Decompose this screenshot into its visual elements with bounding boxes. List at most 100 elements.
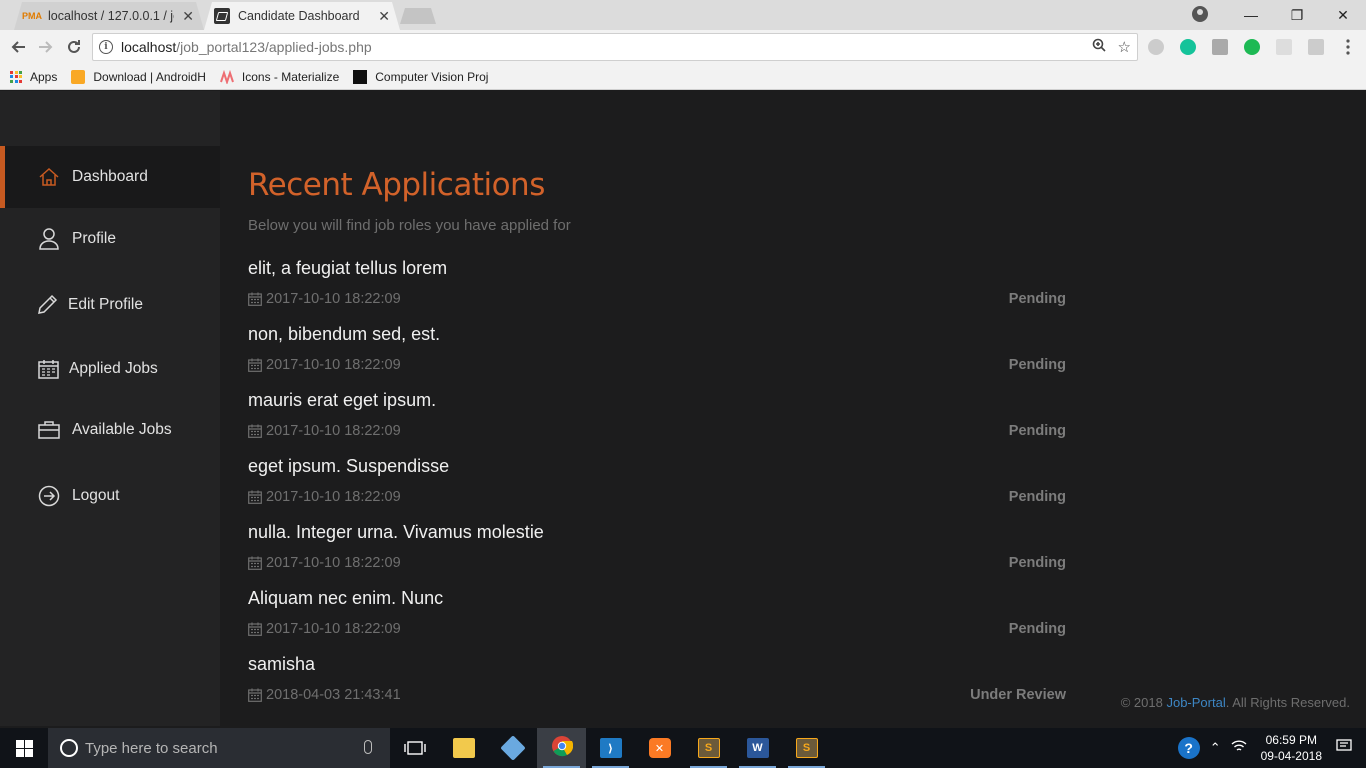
window-controls: — ❐ ✕ xyxy=(1228,0,1366,30)
application-date-text: 2017-10-10 18:22:09 xyxy=(266,357,401,373)
wifi-icon[interactable] xyxy=(1231,739,1247,758)
new-tab-button[interactable] xyxy=(400,8,436,24)
notification-icon[interactable] xyxy=(1336,738,1352,758)
extension-icon[interactable] xyxy=(1276,39,1292,55)
bookmark-label: Apps xyxy=(30,69,58,84)
zoom-icon[interactable] xyxy=(1092,38,1106,56)
taskbar-sublime[interactable]: S xyxy=(684,728,733,768)
maximize-button[interactable]: ❐ xyxy=(1274,7,1320,24)
tab-close-icon[interactable]: ✕ xyxy=(182,8,194,25)
application-title[interactable]: non, bibendum sed, est. xyxy=(248,324,440,345)
bookmark-computer-vision[interactable]: Computer Vision Proj xyxy=(353,69,488,84)
sidebar-item-logout[interactable]: Logout xyxy=(0,465,220,527)
application-date-text: 2017-10-10 18:22:09 xyxy=(266,423,401,439)
application-title[interactable]: elit, a feugiat tellus lorem xyxy=(248,258,447,279)
tab-title: Candidate Dashboard xyxy=(238,9,360,23)
info-icon[interactable]: i xyxy=(99,40,113,54)
status-badge: Pending xyxy=(1008,621,1066,637)
bookmark-star-icon[interactable]: ☆ xyxy=(1118,38,1131,56)
application-date-text: 2018-04-03 21:43:41 xyxy=(266,687,401,703)
footer: © 2018 Job-Portal. All Rights Reserved. xyxy=(1121,695,1350,710)
taskbar-sublime-2[interactable]: S xyxy=(782,728,831,768)
folder-icon xyxy=(452,738,475,758)
task-view-button[interactable] xyxy=(390,728,439,768)
address-bar[interactable]: i localhost/job_portal123/applied-jobs.p… xyxy=(92,33,1138,61)
clock[interactable]: 06:59 PM 09-04-2018 xyxy=(1261,732,1322,764)
application-title[interactable]: samisha xyxy=(248,654,315,675)
application-title[interactable]: mauris erat eget ipsum. xyxy=(248,390,436,411)
cortana-icon xyxy=(60,739,78,757)
phpmyadmin-icon: PMA xyxy=(22,11,42,21)
status-badge: Pending xyxy=(1008,555,1066,571)
application-date: 2017-10-10 18:22:09 xyxy=(248,357,401,373)
tab-phpmyadmin[interactable]: PMA localhost / 127.0.0.1 / job ✕ xyxy=(14,2,204,30)
application-title[interactable]: nulla. Integer urna. Vivamus molestie xyxy=(248,522,544,543)
application-item[interactable]: elit, a feugiat tellus lorem 2017-10-10 1… xyxy=(248,258,1066,324)
bookmark-apps[interactable]: Apps xyxy=(10,70,57,84)
application-item[interactable]: non, bibendum sed, est. 2017-10-10 18:22:… xyxy=(248,324,1066,390)
profile-icon[interactable] xyxy=(1192,6,1208,22)
application-date: 2017-10-10 18:22:09 xyxy=(248,291,401,307)
taskbar-vscode[interactable]: ⟩ xyxy=(586,728,635,768)
extension-icon[interactable] xyxy=(1308,39,1324,55)
application-date-text: 2017-10-10 18:22:09 xyxy=(266,489,401,505)
application-item[interactable]: Aliquam nec enim. Nunc 2017-10-10 18:22:0… xyxy=(248,588,1066,654)
footer-copyright: © 2018 xyxy=(1120,695,1167,710)
sidebar: Dashboard Profile Edit Profile Applied J… xyxy=(0,91,220,726)
taskbar-xampp[interactable]: ✕ xyxy=(635,728,684,768)
url-path: /job_portal123/applied-jobs.php xyxy=(176,39,372,55)
help-icon[interactable]: ? xyxy=(1177,737,1200,759)
clock-time: 06:59 PM xyxy=(1265,733,1317,747)
sidebar-item-applied-jobs[interactable]: Applied Jobs xyxy=(0,338,220,400)
status-badge: Pending xyxy=(1008,423,1066,439)
microphone-icon[interactable] xyxy=(364,740,372,754)
taskbar-word[interactable]: W xyxy=(733,728,782,768)
application-item[interactable]: samisha 2018-04-03 21:43:41 Under Review xyxy=(248,654,1066,720)
close-window-button[interactable]: ✕ xyxy=(1320,7,1366,24)
grammarly-extension-icon[interactable] xyxy=(1180,39,1196,55)
chevron-up-icon[interactable]: ⌃ xyxy=(1210,740,1221,756)
start-button[interactable] xyxy=(0,728,48,768)
sidebar-item-label: Dashboard xyxy=(72,168,148,185)
application-item[interactable]: nulla. Integer urna. Vivamus molestie 201… xyxy=(248,522,1066,588)
application-title[interactable]: Aliquam nec enim. Nunc xyxy=(248,588,443,609)
taskbar-app[interactable] xyxy=(488,728,537,768)
application-date: 2017-10-10 18:22:09 xyxy=(248,489,401,505)
forward-arrow-icon[interactable] xyxy=(34,35,58,59)
bookmark-label: Download | AndroidH xyxy=(93,69,206,84)
bookmark-androidhive[interactable]: Download | AndroidH xyxy=(71,69,206,84)
sidebar-item-profile[interactable]: Profile xyxy=(0,208,220,270)
status-badge: Under Review xyxy=(970,687,1066,703)
application-item[interactable]: eget ipsum. Suspendisse 2017-10-10 18:22:… xyxy=(248,456,1066,522)
taskbar-file-explorer[interactable] xyxy=(439,728,488,768)
application-title[interactable]: eget ipsum. Suspendisse xyxy=(248,456,449,477)
taskbar-search[interactable]: Type here to search xyxy=(48,728,390,768)
browser-toolbar: i localhost/job_portal123/applied-jobs.p… xyxy=(0,30,1366,64)
calendar-icon xyxy=(248,622,262,636)
sidebar-item-label: Edit Profile xyxy=(68,296,143,313)
bookmarks-bar: Apps Download | AndroidH Icons - Materia… xyxy=(0,64,1366,90)
sidebar-item-edit-profile[interactable]: Edit Profile xyxy=(0,274,220,336)
sidebar-item-label: Available Jobs xyxy=(72,421,172,438)
minimize-button[interactable]: — xyxy=(1228,7,1274,23)
tab-candidate-dashboard[interactable]: Candidate Dashboard ✕ xyxy=(204,2,400,30)
vscode-icon: ⟩ xyxy=(599,738,622,758)
sidebar-item-available-jobs[interactable]: Available Jobs xyxy=(0,399,220,461)
sublime-text-icon: S xyxy=(795,738,818,758)
menu-kebab-icon[interactable] xyxy=(1336,35,1360,59)
taskbar: Type here to search ⟩ ✕ S W S ? ⌃ 06:59 … xyxy=(0,728,1366,768)
sublime-text-icon: S xyxy=(697,738,720,758)
reload-icon[interactable] xyxy=(62,35,86,59)
bookmark-materialize[interactable]: Icons - Materialize xyxy=(219,69,339,85)
back-arrow-icon[interactable] xyxy=(6,35,30,59)
sidebar-item-label: Applied Jobs xyxy=(69,360,158,377)
taskbar-chrome[interactable] xyxy=(537,728,586,768)
extension-icon[interactable] xyxy=(1244,39,1260,55)
url-host: localhost xyxy=(121,39,177,55)
tab-close-icon[interactable]: ✕ xyxy=(378,8,390,25)
sidebar-item-dashboard[interactable]: Dashboard xyxy=(0,146,220,208)
skype-extension-icon[interactable] xyxy=(1148,39,1164,55)
application-item[interactable]: mauris erat eget ipsum. 2017-10-10 18:22:… xyxy=(248,390,1066,456)
footer-brand-link[interactable]: Job-Portal xyxy=(1166,695,1225,710)
extension-icon[interactable] xyxy=(1212,39,1228,55)
